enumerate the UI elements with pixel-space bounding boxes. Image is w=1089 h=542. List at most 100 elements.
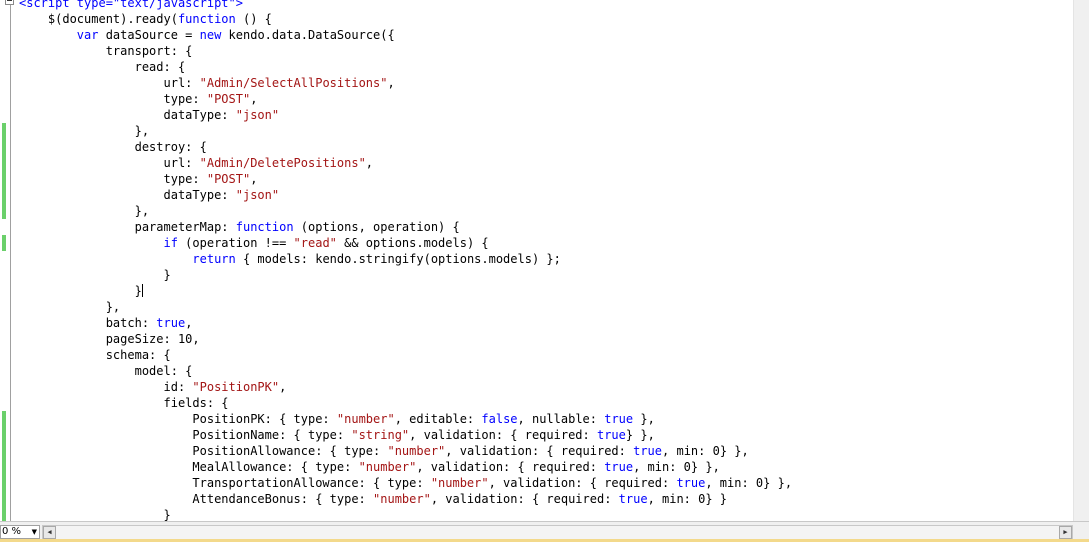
code-line[interactable]: dataType: "json" [19,107,792,123]
code-line[interactable]: schema: { [19,347,792,363]
code-token: , editable: [394,412,482,426]
code-string: "POST" [206,172,251,186]
code-keyword: return [192,252,236,266]
code-line[interactable]: PositionName: { type: "string", validati… [19,427,792,443]
code-line[interactable]: TransportationAllowance: { type: "number… [19,475,792,491]
code-token: dataType: [19,108,236,122]
change-marker [2,155,6,171]
code-line[interactable]: $(document).ready(function () { [19,11,792,27]
change-marker [2,475,6,491]
code-keyword: true [156,316,186,330]
code-line[interactable]: PositionAllowance: { type: "number", val… [19,443,792,459]
code-text[interactable]: <script type="text/javascript"> $(docume… [19,0,792,522]
code-line[interactable]: fields: { [19,395,792,411]
zoom-dropdown[interactable]: 0 % ▼ [0,525,40,539]
code-keyword: true [604,460,634,474]
zoom-value: 0 % [2,526,22,537]
code-line[interactable]: <script type="text/javascript"> [19,0,792,11]
code-line[interactable]: } [19,507,792,522]
code-line[interactable]: parameterMap: function (options, operati… [19,219,792,235]
code-line[interactable]: return { models: kendo.stringify(options… [19,251,792,267]
vertical-scrollbar[interactable] [1073,0,1089,522]
change-marker [2,187,6,203]
code-token: && options.models) { [336,236,489,250]
code-line[interactable]: }, [19,299,792,315]
code-line[interactable]: read: { [19,59,792,75]
change-marker [2,427,6,443]
code-string: "POST" [206,92,251,106]
code-token: } [19,268,171,282]
code-line[interactable]: model: { [19,363,792,379]
code-line[interactable]: destroy: { [19,139,792,155]
code-keyword: function [177,12,236,26]
code-editor[interactable]: <script type="text/javascript"> $(docume… [0,0,1073,522]
change-marker [2,491,6,507]
code-token: transport: { [19,44,193,58]
code-string: "read" [293,236,337,250]
code-token: } [19,284,142,298]
scroll-right-icon[interactable]: ▶ [1059,526,1072,539]
code-token: pageSize: 10, [19,332,200,346]
code-keyword: true [676,476,706,490]
code-line[interactable]: var dataSource = new kendo.data.DataSour… [19,27,792,43]
code-token: , [387,76,395,90]
code-token: { models: kendo.stringify(options.models… [235,252,561,266]
code-line[interactable]: url: "Admin/DeletePositions", [19,155,792,171]
code-string: "number" [373,492,431,506]
code-keyword: true [618,492,648,506]
code-token: () { [235,12,272,26]
code-string: "number" [387,444,446,458]
code-token: schema: { [19,348,171,362]
code-string: "number" [430,476,489,490]
change-marker [2,443,6,459]
code-string: "PositionPK" [192,380,280,394]
code-token: , min: 0} }, [633,460,720,474]
code-token: , min: 0} } [647,492,728,506]
code-line[interactable]: if (operation !== "read" && options.mode… [19,235,792,251]
code-line[interactable]: }, [19,123,792,139]
code-token: MealAllowance: { type: [19,460,359,474]
chevron-down-icon[interactable]: ▼ [32,526,37,538]
code-line[interactable]: batch: true, [19,315,792,331]
code-line[interactable]: url: "Admin/SelectAllPositions", [19,75,792,91]
change-marker [2,235,6,251]
code-line[interactable]: type: "POST", [19,91,792,107]
code-keyword: <script type="text/javascript"> [19,0,243,10]
code-token: , min: 0} }, [705,476,793,490]
code-line[interactable]: }, [19,203,792,219]
code-line[interactable]: dataType: "json" [19,187,792,203]
code-line[interactable]: type: "POST", [19,171,792,187]
code-token: model: { [19,364,193,378]
code-token: , nullable: [517,412,605,426]
code-keyword: true [604,412,634,426]
code-line[interactable]: pageSize: 10, [19,331,792,347]
code-string: "number" [336,412,395,426]
code-token: dataType: [19,188,236,202]
code-token: } }, [625,428,655,442]
code-string: "string" [351,428,410,442]
code-token: , [250,172,258,186]
code-keyword: function [235,220,294,234]
code-token: destroy: { [19,140,207,154]
code-line[interactable]: } [19,267,792,283]
code-token: , validation: { required: [488,476,677,490]
code-token: TransportationAllowance: { type: [19,476,431,490]
code-token: PositionName: { type: [19,428,352,442]
code-keyword: true [596,428,626,442]
code-keyword: if [163,236,178,250]
code-token: dataSource = [98,28,200,42]
code-line[interactable]: id: "PositionPK", [19,379,792,395]
horizontal-scrollbar[interactable]: ◀ ▶ [42,525,1073,540]
code-line[interactable]: transport: { [19,43,792,59]
code-line[interactable]: PositionPK: { type: "number", editable: … [19,411,792,427]
code-token: }, [633,412,655,426]
code-line[interactable]: AttendanceBonus: { type: "number", valid… [19,491,792,507]
text-caret [141,284,143,297]
scroll-left-icon[interactable]: ◀ [43,526,56,539]
code-line[interactable]: MealAllowance: { type: "number", validat… [19,459,792,475]
code-line[interactable]: } [19,283,792,299]
code-token: PositionPK: { type: [19,412,337,426]
